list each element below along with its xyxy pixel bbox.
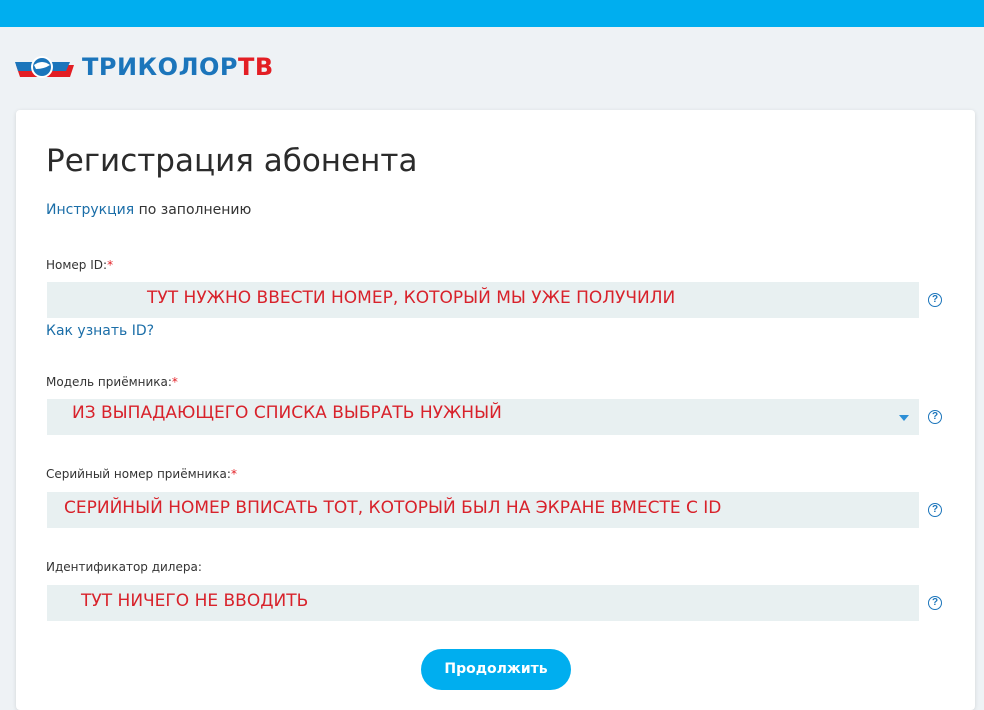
serial-hint: СЕРИЙНЫЙ НОМЕР ВПИСАТЬ ТОТ, КОТОРЫЙ БЫЛ … (64, 498, 722, 518)
logo-text-main: ТРИКОЛОР (82, 53, 238, 81)
dealer-help-icon[interactable]: ? (928, 596, 942, 610)
chevron-down-icon (899, 415, 909, 421)
dealer-input[interactable]: ТУТ НИЧЕГО НЕ ВВОДИТЬ (47, 585, 919, 621)
serial-required-mark: * (230, 467, 237, 481)
id-help-icon[interactable]: ? (928, 293, 942, 307)
model-required-mark: * (171, 375, 178, 389)
id-hint: ТУТ НУЖНО ВВЕСТИ НОМЕР, КОТОРЫЙ МЫ УЖЕ П… (147, 288, 676, 308)
dealer-label-text: Идентификатор дилера: (46, 560, 202, 574)
how-to-find-id-link[interactable]: Как узнать ID? (46, 323, 154, 339)
id-input[interactable]: ТУТ НУЖНО ВВЕСТИ НОМЕР, КОТОРЫЙ МЫ УЖЕ П… (47, 282, 919, 318)
model-hint: ИЗ ВЫПАДАЮЩЕГО СПИСКА ВЫБРАТЬ НУЖНЫЙ (72, 403, 502, 423)
instruction-line: Инструкция по заполнению (46, 202, 251, 218)
serial-label-text: Серийный номер приёмника: (46, 467, 231, 481)
model-label-text: Модель приёмника: (46, 375, 172, 389)
id-label-text: Номер ID: (46, 258, 108, 272)
top-bar (0, 0, 984, 27)
dealer-hint: ТУТ НИЧЕГО НЕ ВВОДИТЬ (81, 591, 309, 611)
id-label: Номер ID:* (46, 258, 113, 272)
instruction-link[interactable]: Инструкция (46, 202, 134, 218)
continue-button[interactable]: Продолжить (421, 649, 571, 690)
logo-text-tv: ТВ (238, 53, 274, 81)
tricolor-logo-icon (15, 56, 74, 78)
page-title: Регистрация абонента (46, 143, 418, 179)
id-required-mark: * (107, 258, 114, 272)
logo[interactable]: ТРИКОЛОРТВ (14, 47, 274, 87)
logo-text: ТРИКОЛОРТВ (82, 53, 274, 81)
model-help-icon[interactable]: ? (928, 410, 942, 424)
serial-help-icon[interactable]: ? (928, 503, 942, 517)
serial-input[interactable]: СЕРИЙНЫЙ НОМЕР ВПИСАТЬ ТОТ, КОТОРЫЙ БЫЛ … (47, 492, 919, 528)
dealer-label: Идентификатор дилера: (46, 560, 202, 574)
instruction-rest: по заполнению (134, 202, 252, 218)
model-label: Модель приёмника:* (46, 375, 178, 389)
model-select[interactable]: ИЗ ВЫПАДАЮЩЕГО СПИСКА ВЫБРАТЬ НУЖНЫЙ (47, 399, 919, 435)
serial-label: Серийный номер приёмника:* (46, 467, 237, 481)
registration-card: Регистрация абонента Инструкция по запол… (16, 110, 975, 710)
